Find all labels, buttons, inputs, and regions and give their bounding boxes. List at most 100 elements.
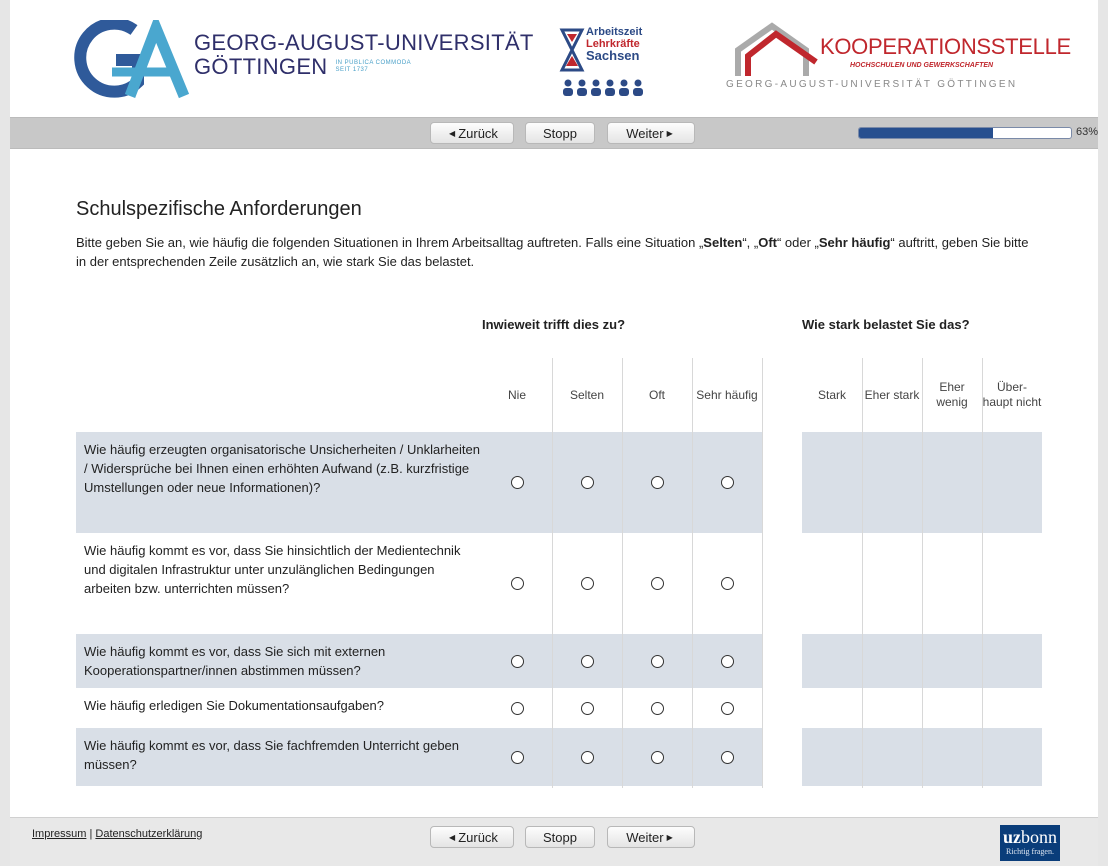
frequency-cell	[692, 728, 762, 786]
frequency-radio[interactable]	[580, 476, 594, 489]
question-text: Wie häufig erzeugten organisatorische Un…	[76, 432, 484, 533]
question-text: Wie häufig kommt es vor, dass Sie hinsic…	[84, 543, 461, 596]
bottom-navigation-bar: Impressum | Datenschutzerklärung ◀ Zurück…	[10, 817, 1098, 866]
people-icon	[563, 79, 643, 96]
arbeitszeit-lehrkraefte-logo: Arbeitszeit Lehrkräfte Sachsen	[558, 26, 668, 100]
strain-column-header: Eher stark	[864, 387, 920, 402]
frequency-cell	[692, 432, 762, 533]
question-row: Wie häufig kommt es vor, dass Sie sich m…	[76, 634, 1042, 688]
strain-cell	[922, 634, 982, 688]
stop-button-bottom[interactable]: Stopp	[525, 826, 595, 848]
back-button[interactable]: ◀ Zurück	[430, 122, 514, 144]
chevron-left-icon: ◀	[449, 832, 456, 842]
frequency-radio[interactable]	[650, 701, 664, 715]
frequency-radio[interactable]	[510, 654, 524, 668]
koop-title: KOOPERATIONSSTELLE	[820, 34, 1071, 59]
page-title: Schulspezifische Anforderungen	[76, 198, 362, 220]
strain-cell	[802, 728, 862, 786]
column-divider	[922, 358, 923, 788]
koop-university: GEORG-AUGUST-UNIVERSITÄT GÖTTINGEN	[726, 79, 1018, 90]
frequency-radio[interactable]	[720, 577, 734, 590]
university-logo-icon	[74, 20, 190, 99]
uzbonn-logo: uzbonn Richtig fragen.	[1000, 825, 1060, 861]
university-name-line2: GÖTTINGEN	[194, 54, 328, 79]
frequency-cell	[482, 432, 552, 533]
frequency-radio[interactable]	[720, 750, 734, 764]
strain-cell	[862, 634, 922, 688]
progress-label: 63%	[1076, 126, 1099, 138]
progress-fill	[859, 128, 993, 138]
frequency-cell	[692, 634, 762, 688]
university-name: GEORG-AUGUST-UNIVERSITÄT GÖTTINGEN IN PU…	[194, 31, 534, 79]
frequency-radio[interactable]	[720, 476, 734, 489]
frequency-cell	[692, 688, 762, 728]
frequency-radio[interactable]	[580, 701, 594, 715]
question-row: Wie häufig kommt es vor, dass Sie fachfr…	[76, 728, 1042, 786]
strain-group-header: Wie stark belastet Sie das?	[802, 317, 970, 332]
frequency-cell	[552, 533, 622, 634]
question-row: Wie häufig kommt es vor, dass Sie hinsic…	[76, 533, 1040, 634]
frequency-radio[interactable]	[720, 654, 734, 668]
frequency-cell	[482, 634, 552, 688]
frequency-cell	[692, 533, 762, 634]
university-name-line1: GEORG-AUGUST-UNIVERSITÄT	[194, 30, 534, 55]
koop-subtitle: HOCHSCHULEN UND GEWERKSCHAFTEN	[850, 62, 994, 69]
column-divider	[862, 358, 863, 788]
strain-cell	[802, 634, 862, 688]
frequency-cell	[482, 533, 552, 634]
next-button[interactable]: Weiter ▶	[607, 122, 695, 144]
strain-cell	[802, 432, 862, 533]
question-row: Wie häufig erledigen Sie Dokumentationsa…	[76, 688, 1040, 728]
frequency-radio[interactable]	[580, 577, 594, 590]
strain-cell	[982, 432, 1042, 533]
frequency-cell	[622, 728, 692, 786]
frequency-cell	[622, 432, 692, 533]
column-divider	[552, 358, 553, 788]
column-divider	[762, 358, 763, 788]
frequency-radio[interactable]	[650, 476, 664, 489]
chevron-left-icon: ◀	[449, 128, 456, 138]
strain-cell	[802, 688, 862, 728]
strain-column-header: Stark	[817, 387, 846, 402]
frequency-radio[interactable]	[510, 577, 524, 590]
strain-cell	[922, 533, 982, 634]
strain-cell	[862, 432, 922, 533]
next-button-bottom[interactable]: Weiter ▶	[607, 826, 695, 848]
frequency-cell	[552, 728, 622, 786]
top-navigation-bar: ◀ Zurück Stopp Weiter ▶ 63%	[10, 117, 1098, 149]
frequency-radio[interactable]	[510, 750, 524, 764]
frequency-radio[interactable]	[510, 701, 524, 715]
column-divider	[622, 358, 623, 788]
frequency-radio[interactable]	[650, 654, 664, 668]
strain-column-header: Über-haupt nicht	[982, 380, 1042, 409]
strain-cell	[862, 688, 922, 728]
frequency-radio[interactable]	[650, 577, 664, 590]
frequency-radio[interactable]	[580, 750, 594, 764]
intro-text: Bitte geben Sie an, wie häufig die folge…	[76, 235, 1029, 269]
frequency-group-header: Inwieweit trifft dies zu?	[482, 317, 626, 332]
datenschutz-link[interactable]: Datenschutzerklärung	[95, 828, 202, 840]
question-text: Wie häufig erledigen Sie Dokumentationsa…	[84, 698, 384, 713]
frequency-radio[interactable]	[720, 701, 734, 715]
impressum-link[interactable]: Impressum	[32, 828, 86, 840]
frequency-radio[interactable]	[510, 476, 524, 489]
frequency-radio[interactable]	[650, 750, 664, 764]
page-header: GEORG-AUGUST-UNIVERSITÄT GÖTTINGEN IN PU…	[10, 0, 1098, 117]
strain-cell	[922, 728, 982, 786]
chevron-right-icon: ▶	[666, 832, 673, 842]
chevron-right-icon: ▶	[666, 128, 673, 138]
strain-cell	[862, 728, 922, 786]
frequency-cell	[482, 688, 552, 728]
lehr-logo-line1: Arbeitszeit	[586, 26, 643, 38]
back-button-bottom[interactable]: ◀ Zurück	[430, 826, 514, 848]
frequency-radio[interactable]	[580, 654, 594, 668]
strain-cell	[982, 634, 1042, 688]
frequency-column-header: Nie	[507, 387, 526, 402]
hourglass-icon	[559, 28, 585, 72]
strain-cell	[982, 688, 1042, 728]
frequency-cell	[552, 634, 622, 688]
stop-button[interactable]: Stopp	[525, 122, 595, 144]
strain-cell	[982, 533, 1042, 634]
strain-column-header: Eher wenig	[936, 380, 968, 409]
question-row: Wie häufig erzeugten organisatorische Un…	[76, 432, 1042, 533]
